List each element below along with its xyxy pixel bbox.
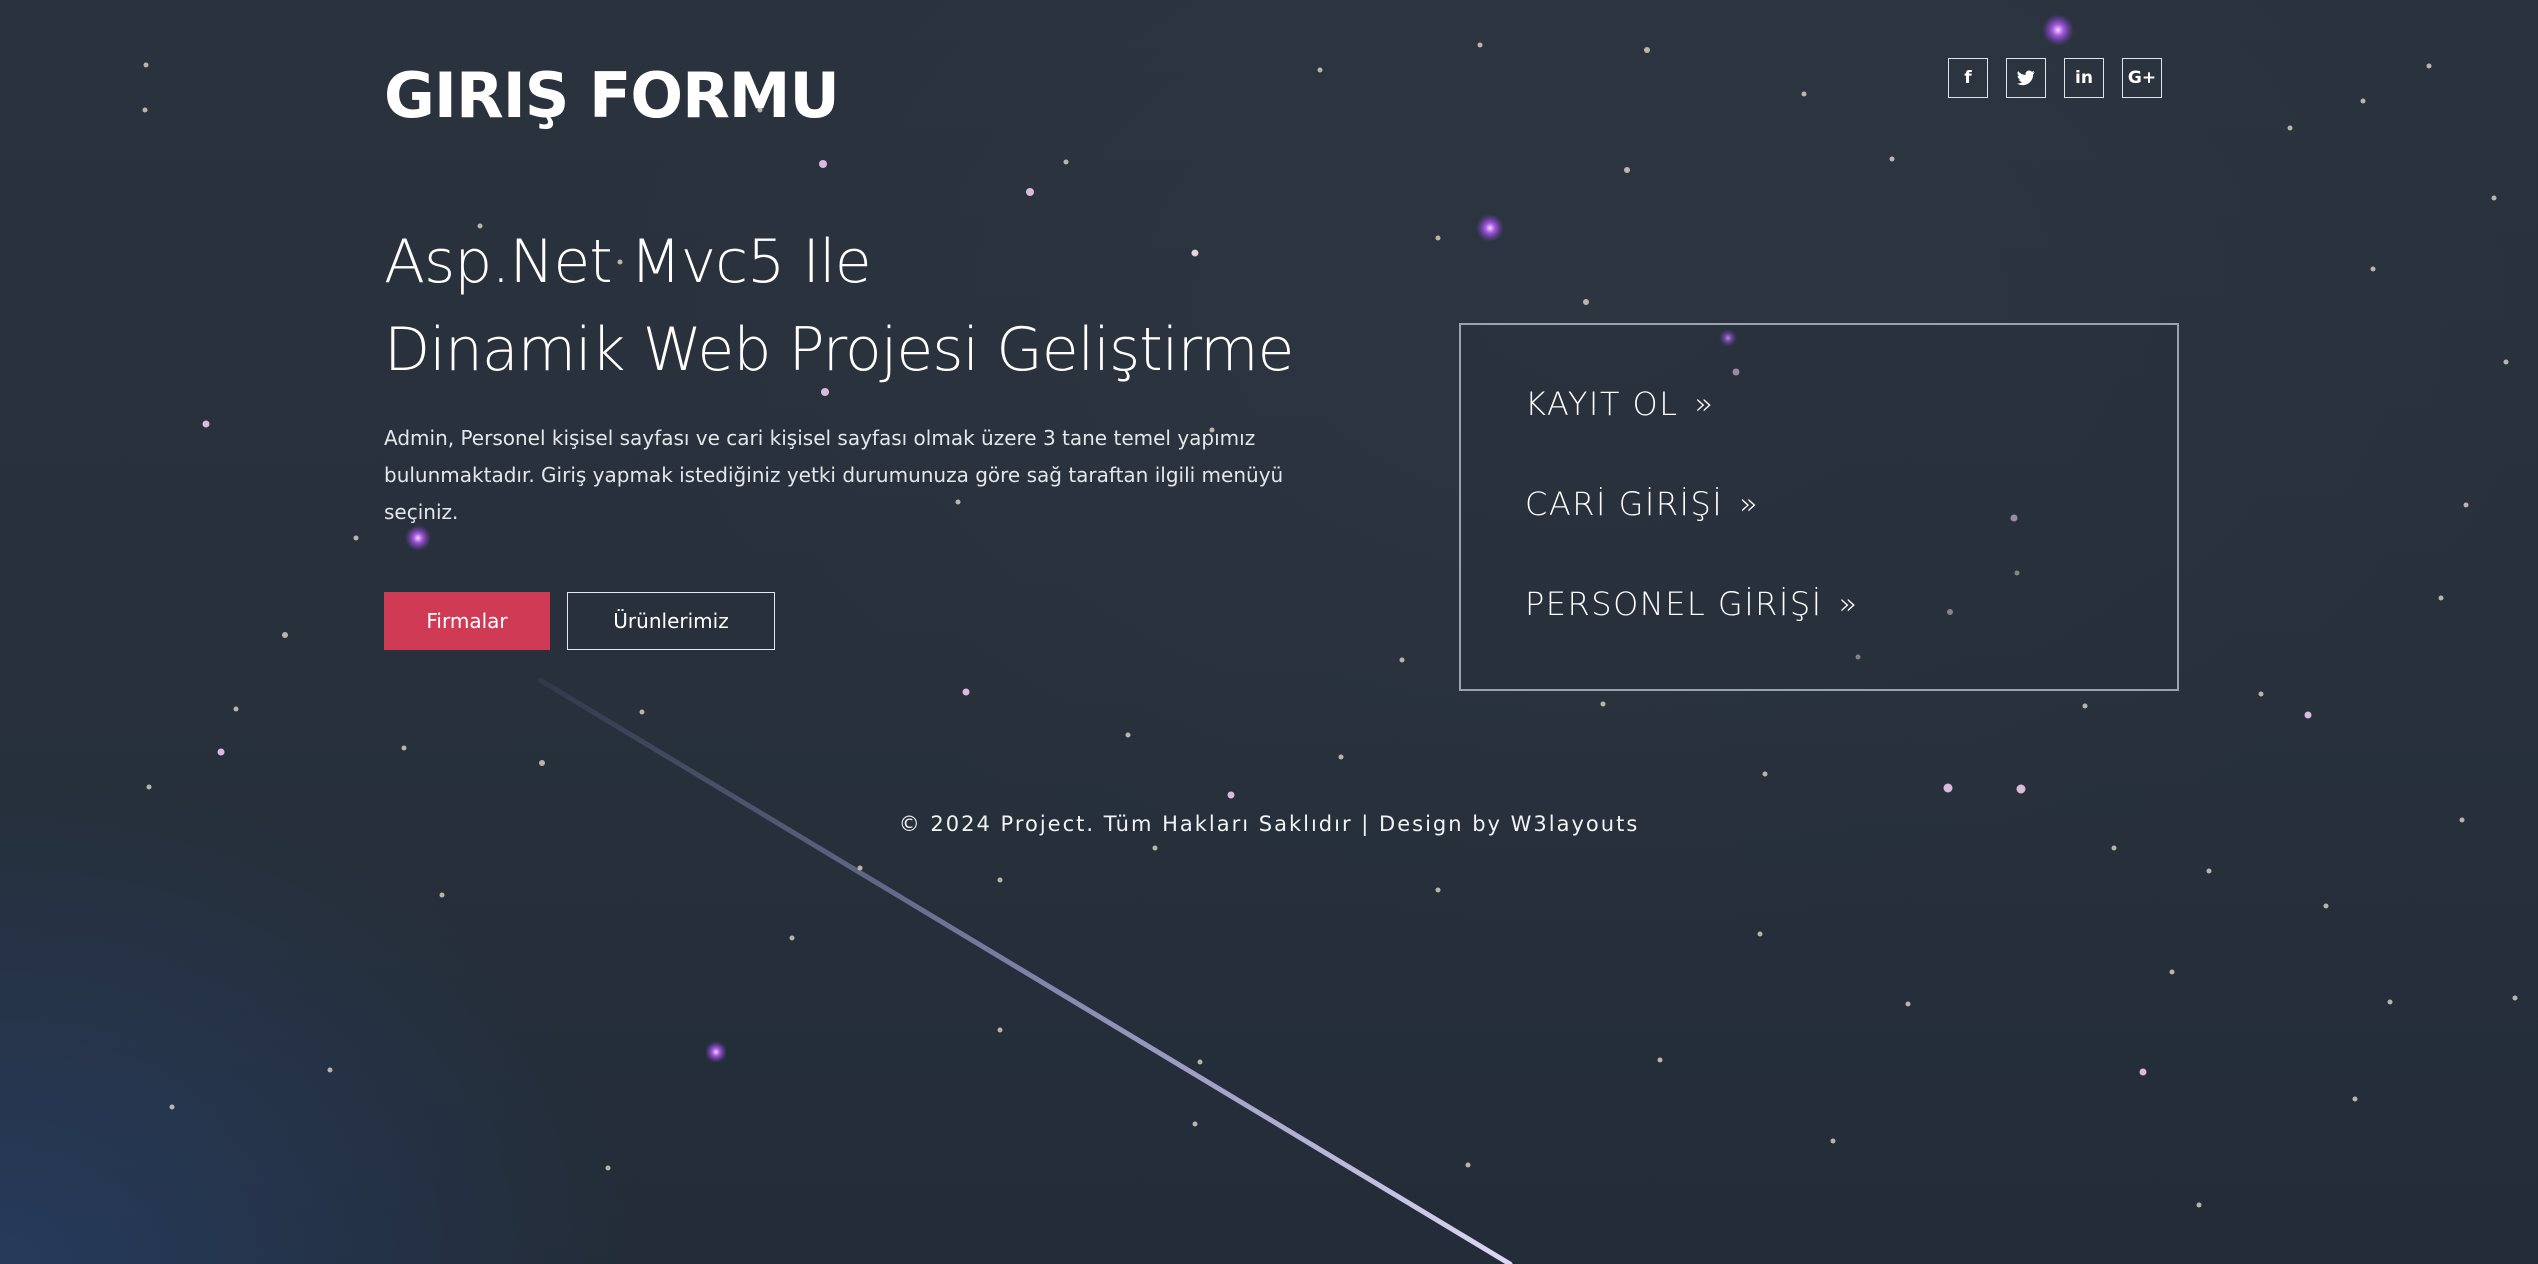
- personel-girisi-label: PERSONEL GİRİŞİ: [1525, 585, 1823, 623]
- facebook-icon[interactable]: f: [1948, 58, 1988, 98]
- hero-heading-line-1: Asp.Net Mvc5 Ile: [384, 227, 872, 297]
- google-plus-icon[interactable]: G+: [2122, 58, 2162, 98]
- linkedin-icon[interactable]: in: [2064, 58, 2104, 98]
- hero-heading: Asp.Net Mvc5 Ile Dinamik Web Projesi Gel…: [384, 218, 1294, 394]
- chevron-right-icon: »: [1739, 486, 1758, 522]
- twitter-bird-glyph: [2017, 70, 2035, 86]
- copyright-text: © 2024 Project. Tüm Hakları Saklıdır | D…: [898, 812, 1502, 836]
- hero-heading-line-2: Dinamik Web Projesi Geliştirme: [384, 315, 1294, 385]
- chevron-right-icon: »: [1694, 386, 1713, 422]
- cari-girisi-label: CARİ GİRİŞİ: [1525, 485, 1724, 523]
- kayit-ol-link[interactable]: KAYIT OL »: [1525, 385, 1713, 423]
- site-title: GIRIŞ FORMU: [384, 59, 840, 132]
- chevron-right-icon: »: [1838, 586, 1857, 622]
- login-options-panel: KAYIT OL » CARİ GİRİŞİ » PERSONEL GİRİŞİ…: [1459, 323, 2179, 691]
- social-links: f in G+: [1948, 58, 2162, 98]
- firmalar-button[interactable]: Firmalar: [384, 592, 550, 650]
- urunlerimiz-button[interactable]: Ürünlerimiz: [567, 592, 775, 650]
- twitter-icon[interactable]: [2006, 58, 2046, 98]
- cari-girisi-link[interactable]: CARİ GİRİŞİ »: [1525, 485, 1758, 523]
- w3layouts-link[interactable]: W3layouts: [1511, 812, 1640, 836]
- kayit-ol-label: KAYIT OL: [1525, 385, 1679, 423]
- personel-girisi-link[interactable]: PERSONEL GİRİŞİ »: [1525, 585, 1857, 623]
- hero-description: Admin, Personel kişisel sayfası ve cari …: [384, 426, 1284, 524]
- footer-copyright: © 2024 Project. Tüm Hakları Saklıdır | D…: [0, 812, 2538, 836]
